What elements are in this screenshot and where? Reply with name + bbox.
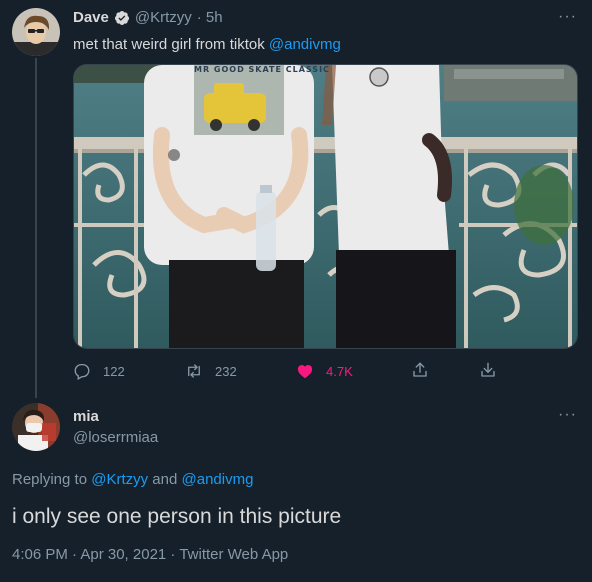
retweet-action[interactable]: 232	[185, 362, 237, 380]
photo-shirt-text: MR GOOD SKATE CLASSIC	[194, 65, 330, 74]
reply-meta[interactable]: 4:06 PM · Apr 30, 2021 · Twitter Web App	[12, 546, 288, 563]
replying-to-user2-link[interactable]: @andivmg	[182, 471, 254, 488]
download-icon	[481, 362, 495, 377]
tweet-text: met that weird girl from tiktok @andivmg	[73, 36, 341, 53]
dave-avatar[interactable]	[12, 8, 60, 56]
reply-more-icon[interactable]: ···	[558, 406, 577, 424]
thread-connector-line	[35, 58, 37, 398]
mia-avatar[interactable]	[12, 403, 60, 451]
verified-badge-icon	[114, 10, 130, 26]
reply-action[interactable]: 122	[73, 362, 125, 380]
download-action[interactable]	[479, 361, 497, 379]
heart-icon	[297, 365, 313, 379]
like-action[interactable]: 4.7K	[296, 362, 353, 380]
like-count: 4.7K	[326, 363, 353, 379]
replying-to-and: and	[148, 471, 182, 488]
reply-count: 122	[103, 363, 125, 379]
reply-author-handle[interactable]: @loserrmiaa	[73, 429, 158, 446]
tweet-author-handle[interactable]: @Krtzyy	[135, 9, 192, 26]
tweet-photo-image	[74, 65, 577, 348]
tweet-timestamp[interactable]: · 5h	[197, 9, 223, 26]
tweet-header: Dave @Krtzyy · 5h	[73, 9, 223, 26]
tweet-mention-link[interactable]: @andivmg	[269, 36, 341, 53]
replying-to-prefix: Replying to	[12, 471, 92, 488]
replying-to-user1-link[interactable]: @Krtzyy	[91, 471, 148, 488]
replying-to-line: Replying to @Krtzyy and @andivmg	[12, 471, 253, 488]
tweet-more-icon[interactable]: ···	[558, 8, 577, 26]
tweet-author-name[interactable]: Dave	[73, 9, 109, 26]
share-action[interactable]	[411, 361, 429, 379]
share-icon	[413, 362, 427, 377]
reply-text: i only see one person in this picture	[12, 505, 342, 528]
tweet-text-body: met that weird girl from tiktok	[73, 36, 269, 53]
reply-icon	[74, 363, 90, 380]
retweet-count: 232	[215, 363, 237, 379]
tweet-photo[interactable]: MR GOOD SKATE CLASSIC	[73, 64, 578, 349]
retweet-icon	[188, 364, 200, 378]
reply-author-name[interactable]: mia	[73, 408, 99, 425]
